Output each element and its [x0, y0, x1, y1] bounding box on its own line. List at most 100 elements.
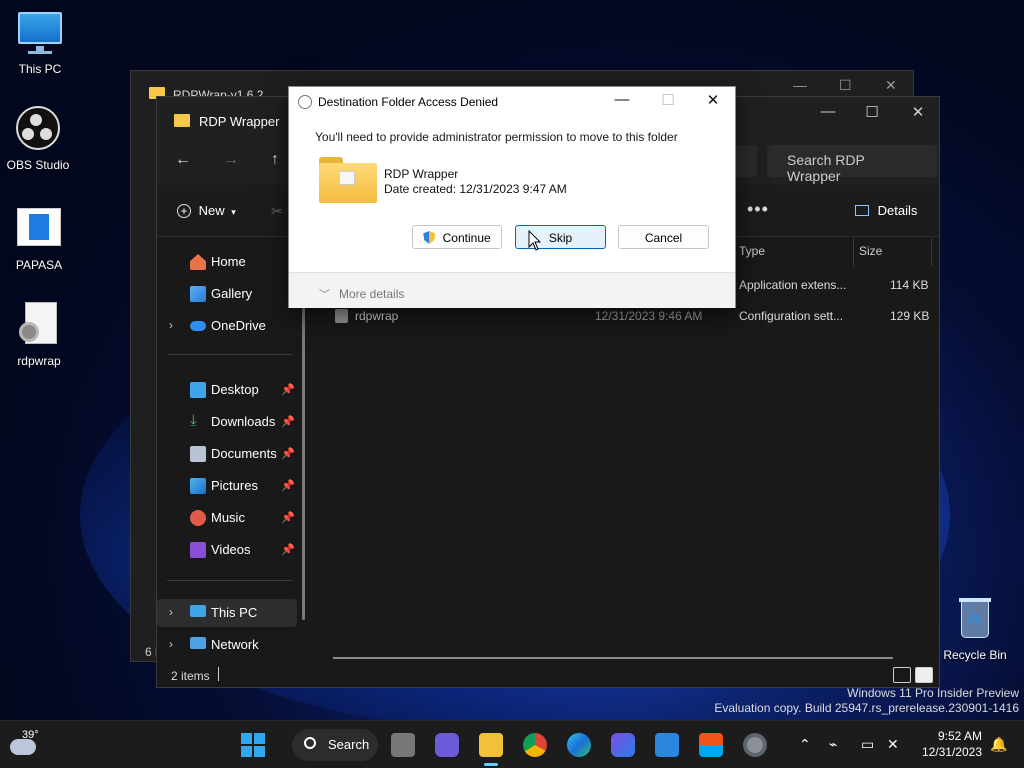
settings-gear-icon[interactable]: [743, 733, 767, 757]
recycle-bin-icon: ♻: [951, 596, 999, 644]
desktop-icon-this-pc[interactable]: This PC: [0, 10, 80, 76]
edge-icon[interactable]: [567, 733, 591, 757]
back-arrow-icon[interactable]: ←: [175, 151, 191, 169]
chevron-down-icon[interactable]: ﹀: [319, 286, 330, 302]
sidebar-item-videos[interactable]: Videos 📌: [157, 536, 297, 564]
horizontal-scrollbar[interactable]: [333, 657, 893, 659]
close-button[interactable]: ✕: [885, 77, 897, 94]
pin-icon[interactable]: 📌: [281, 415, 295, 428]
network-icon: [190, 637, 206, 649]
taskbar-search[interactable]: Search: [292, 729, 378, 761]
cut-icon[interactable]: ✂: [271, 203, 283, 220]
desktop-icon-obs[interactable]: OBS Studio: [0, 106, 78, 172]
minimize-button[interactable]: —: [805, 103, 851, 120]
plus-icon: +: [177, 204, 191, 218]
copilot-icon[interactable]: [611, 733, 635, 757]
minimize-button[interactable]: —: [602, 91, 642, 108]
chevron-up-icon[interactable]: ⌃: [799, 736, 811, 753]
forward-arrow-icon[interactable]: →: [223, 151, 239, 169]
minimize-button[interactable]: —: [793, 77, 807, 93]
downloads-icon: ⤓: [190, 412, 197, 429]
cloud-icon: [10, 739, 36, 755]
pin-icon[interactable]: 📌: [281, 383, 295, 396]
chevron-right-icon[interactable]: ›: [169, 637, 173, 651]
pin-icon[interactable]: 📌: [281, 511, 295, 524]
folder-icon: [174, 114, 190, 127]
watermark-line-2: Evaluation copy. Build 25947.rs_prerelea…: [714, 701, 1019, 715]
cancel-button[interactable]: Cancel: [618, 225, 709, 249]
more-options-button[interactable]: •••: [747, 199, 769, 220]
dialog-footer: ﹀ More details: [289, 272, 735, 308]
sidebar-item-downloads[interactable]: ⤓ Downloads 📌: [157, 408, 297, 436]
file-size: 114 KB: [890, 278, 929, 292]
teams-chat-icon[interactable]: [435, 733, 459, 757]
store-icon[interactable]: [699, 733, 723, 757]
mail-icon[interactable]: [655, 733, 679, 757]
network-disconnected-icon[interactable]: ⌁: [829, 736, 837, 753]
close-button[interactable]: ✕: [895, 103, 941, 121]
sidebar-item-this-pc[interactable]: › This PC: [157, 599, 297, 627]
pin-icon[interactable]: 📌: [281, 447, 295, 460]
column-separator[interactable]: [853, 238, 854, 266]
new-button[interactable]: + New ▾: [177, 203, 236, 218]
mouse-cursor-icon: [528, 230, 542, 251]
details-view-icon[interactable]: [893, 667, 911, 683]
notification-bell-icon[interactable]: 🔔: [990, 736, 1007, 753]
navigation-pane: Home Gallery › OneDrive Desktop 📌 ⤓ Down…: [157, 238, 307, 668]
sidebar-item-network[interactable]: › Network: [157, 631, 297, 659]
sidebar-item-music[interactable]: Music 📌: [157, 504, 297, 532]
pin-icon[interactable]: 📌: [281, 479, 295, 492]
taskbar: 39° Search ⌃ ⌁ ▭ ✕ 9:52 AM 12/31/2023 🔔: [0, 720, 1024, 768]
file-type: Configuration sett...: [739, 309, 844, 323]
dialog-titlebar[interactable]: Destination Folder Access Denied — ☐ ✕: [289, 87, 735, 117]
pin-icon[interactable]: 📌: [281, 543, 295, 556]
tiles-view-icon[interactable]: [915, 667, 933, 683]
search-input[interactable]: Search RDP Wrapper: [767, 145, 937, 184]
desktop-icon-recycle-bin[interactable]: ♻ Recycle Bin: [935, 596, 1015, 662]
desktop-icon-papasa[interactable]: PAPASA: [0, 206, 79, 272]
task-view-icon[interactable]: [391, 733, 415, 757]
system-clock[interactable]: 9:52 AM 12/31/2023: [910, 729, 982, 759]
config-file-icon: [335, 309, 348, 323]
sidebar-item-desktop[interactable]: Desktop 📌: [157, 376, 297, 404]
sidebar-item-label: Pictures: [211, 478, 258, 493]
chevron-right-icon[interactable]: ›: [169, 318, 173, 332]
speaker-muted-icon[interactable]: ✕: [887, 736, 899, 753]
active-app-indicator: [484, 763, 498, 766]
file-explorer-icon[interactable]: [479, 733, 503, 757]
sidebar-item-gallery[interactable]: Gallery: [157, 280, 297, 308]
column-separator[interactable]: [931, 238, 932, 266]
maximize-button[interactable]: ☐: [849, 103, 895, 121]
desktop-icon: [190, 382, 206, 398]
sidebar-item-label: Network: [211, 637, 259, 652]
explorer-tab-title[interactable]: RDP Wrapper: [199, 114, 279, 129]
sidebar-item-label: Home: [211, 254, 246, 269]
file-date: 12/31/2023 9:46 AM: [595, 309, 703, 323]
folder-date-created: Date created: 12/31/2023 9:47 AM: [384, 182, 567, 196]
close-button[interactable]: ✕: [693, 91, 733, 109]
watermark-line-1: Windows 11 Pro Insider Preview: [847, 686, 1019, 700]
display-icon[interactable]: ▭: [861, 736, 874, 753]
start-windows-icon[interactable]: [241, 733, 265, 757]
sidebar-item-onedrive[interactable]: › OneDrive: [157, 312, 297, 340]
taskbar-search-label: Search: [328, 737, 370, 752]
up-arrow-icon[interactable]: ↑: [271, 151, 279, 169]
maximize-button[interactable]: ☐: [648, 91, 688, 109]
desktop-icon-label: Recycle Bin: [943, 648, 1007, 662]
search-icon: [304, 737, 316, 749]
chevron-right-icon[interactable]: ›: [169, 605, 173, 619]
chrome-icon[interactable]: [523, 733, 547, 757]
sidebar-item-pictures[interactable]: Pictures 📌: [157, 472, 297, 500]
weather-widget[interactable]: 39°: [10, 729, 39, 755]
column-header-type[interactable]: Type: [739, 244, 765, 258]
details-pane-button[interactable]: Details: [855, 203, 917, 218]
more-details-link[interactable]: More details: [339, 287, 404, 301]
continue-button[interactable]: Continue: [412, 225, 502, 249]
access-denied-dialog[interactable]: Destination Folder Access Denied — ☐ ✕ Y…: [288, 86, 736, 308]
maximize-button[interactable]: ☐: [839, 77, 852, 94]
sidebar-item-label: Documents: [211, 446, 277, 461]
sidebar-item-home[interactable]: Home: [157, 248, 297, 276]
column-header-size[interactable]: Size: [859, 244, 882, 258]
sidebar-item-documents[interactable]: Documents 📌: [157, 440, 297, 468]
desktop-icon-rdpwrap[interactable]: rdpwrap: [0, 302, 79, 368]
